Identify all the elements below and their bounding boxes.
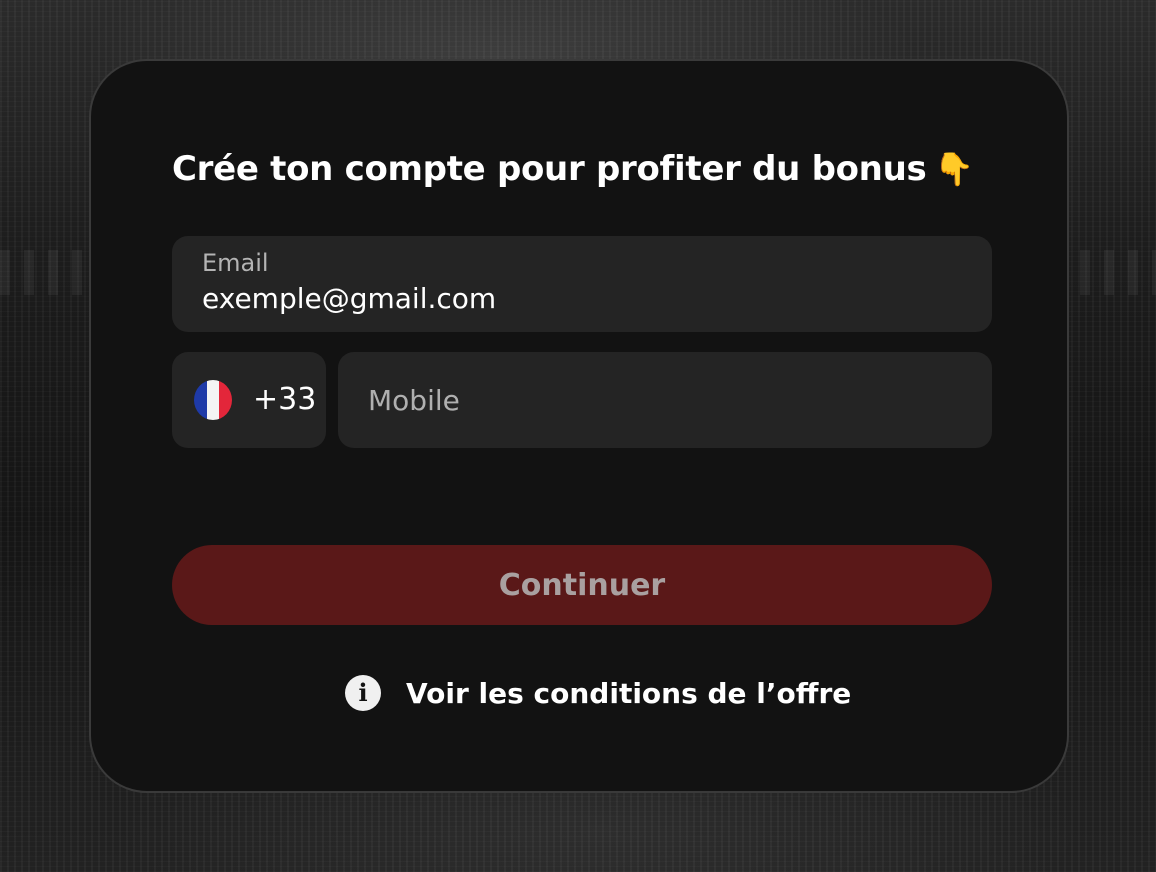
email-field[interactable]: Email exemple@gmail.com	[172, 236, 992, 332]
offer-conditions-link[interactable]: i Voir les conditions de l’offre	[345, 673, 851, 713]
email-value[interactable]: exemple@gmail.com	[202, 282, 496, 316]
page-title: Crée ton compte pour profiter du bonus 👇	[172, 145, 974, 193]
offer-conditions-label: Voir les conditions de l’offre	[406, 676, 852, 710]
signup-card: Crée ton compte pour profiter du bonus 👇 …	[89, 59, 1069, 793]
france-flag-icon	[194, 380, 232, 420]
mobile-input[interactable]	[338, 352, 992, 448]
info-icon: i	[345, 675, 381, 711]
country-code-selector[interactable]: +33	[172, 352, 326, 448]
continue-button[interactable]: Continuer	[172, 545, 992, 625]
email-label: Email	[202, 249, 269, 277]
dial-code: +33	[253, 382, 317, 417]
title-text: Crée ton compte pour profiter du bonus	[172, 149, 927, 189]
pointing-down-icon: 👇	[934, 150, 974, 188]
